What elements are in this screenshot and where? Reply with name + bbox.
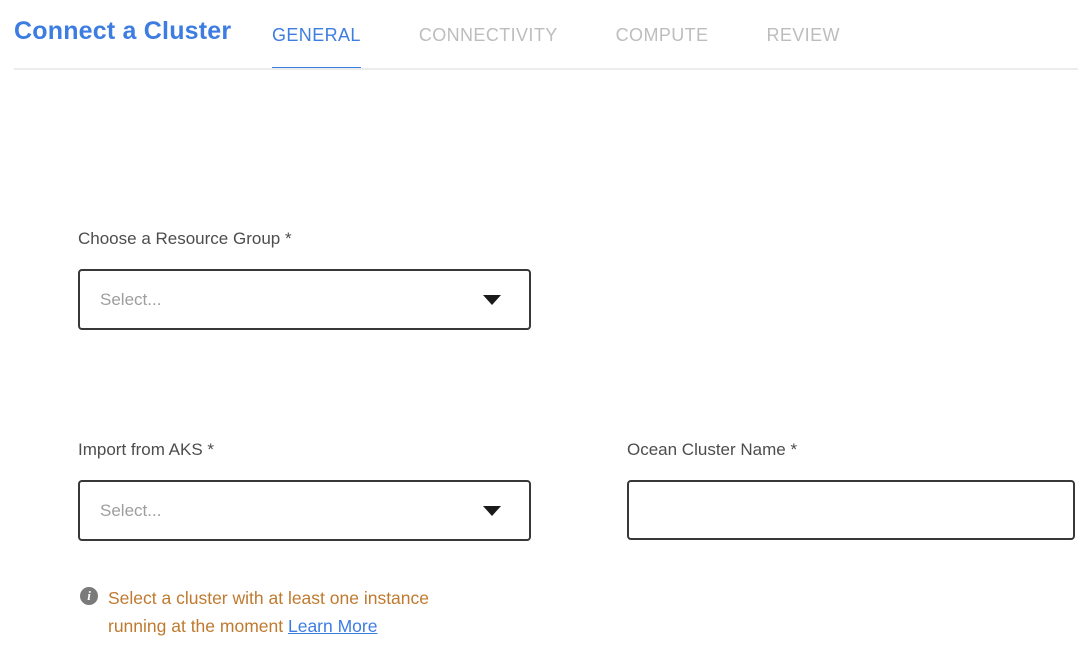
resource-group-placeholder: Select... [80,290,161,310]
page-title: Connect a Cluster [14,17,231,46]
note-text: Select a cluster with at least one insta… [108,588,429,636]
wizard-tabs: GENERAL CONNECTIVITY COMPUTE REVIEW [272,0,840,70]
tab-compute[interactable]: COMPUTE [616,0,709,70]
import-aks-placeholder: Select... [80,501,161,521]
header-divider [14,68,1078,70]
wizard-header: Connect a Cluster GENERAL CONNECTIVITY C… [0,0,1088,70]
cluster-name-input[interactable] [627,480,1075,540]
info-icon: i [80,587,98,605]
cluster-name-label: Ocean Cluster Name * [627,440,797,460]
tab-general[interactable]: GENERAL [272,0,361,70]
import-aks-label: Import from AKS * [78,440,214,460]
tab-review[interactable]: REVIEW [766,0,839,70]
tab-connectivity[interactable]: CONNECTIVITY [419,0,558,70]
chevron-down-icon [483,506,501,516]
import-aks-select[interactable]: Select... [78,480,531,541]
resource-group-select[interactable]: Select... [78,269,531,330]
cluster-instance-note: i Select a cluster with at least one ins… [80,584,480,640]
resource-group-label: Choose a Resource Group * [78,229,292,249]
chevron-down-icon [483,295,501,305]
learn-more-link[interactable]: Learn More [288,616,378,636]
